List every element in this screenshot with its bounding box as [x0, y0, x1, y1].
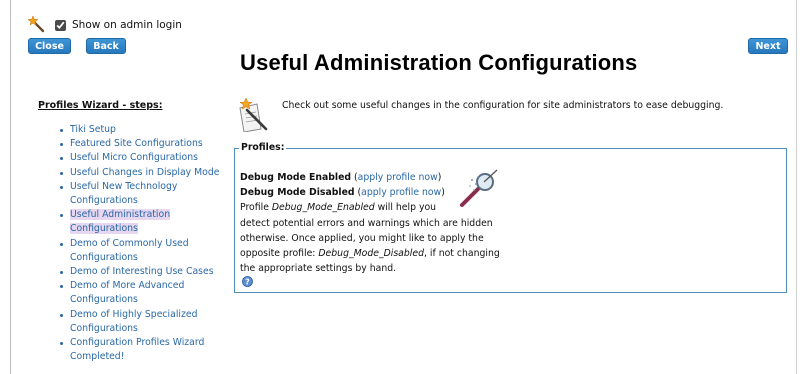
profile-description-line-1: Profile Debug_Mode_Enabled will help you — [240, 202, 437, 214]
wizard-step-useful-micro-configurations[interactable]: Useful Micro Configurations — [58, 151, 226, 165]
help-icon[interactable]: ? — [242, 276, 253, 287]
profile-disabled-line: Debug Mode Disabled (apply profile now) — [240, 187, 445, 199]
debug-disabled-label: Debug Mode Disabled — [240, 187, 355, 199]
profile-description-line-4: opposite profile: Debug_Mode_Disabled, i… — [240, 248, 500, 260]
wizard-top-bar: Show on admin login — [28, 16, 182, 34]
back-button[interactable]: Back — [86, 38, 126, 54]
profiles-legend: Profiles: — [239, 142, 287, 153]
profile-name-disabled: Debug_Mode_Disabled — [318, 248, 424, 260]
wizard-step-demo-commonly-used[interactable]: Demo of Commonly Used Configurations — [58, 237, 226, 265]
wizard-steps-list: Tiki Setup Featured Site Configurations … — [58, 123, 226, 364]
debug-enabled-label: Debug Mode Enabled — [240, 172, 352, 183]
svg-text:?: ? — [245, 277, 250, 286]
profile-name-enabled: Debug_Mode_Enabled — [271, 202, 375, 214]
wizard-step-useful-new-technology[interactable]: Useful New Technology Configurations — [58, 180, 226, 208]
wizard-step-useful-administration-current[interactable]: Useful Administration Configurations — [58, 208, 226, 236]
wizard-step-featured-site-configurations[interactable]: Featured Site Configurations — [58, 137, 226, 151]
apply-debug-disabled-link[interactable]: apply profile now — [361, 187, 441, 198]
apply-debug-enabled-link[interactable]: apply profile now — [358, 172, 438, 183]
wizard-step-useful-changes-display-mode[interactable]: Useful Changes in Display Mode — [58, 166, 226, 180]
left-frame-border — [10, 0, 11, 374]
right-frame-border — [796, 0, 797, 374]
profiles-content: Debug Mode Enabled (apply profile now) D… — [240, 170, 500, 276]
page-title: Useful Administration Configurations — [240, 50, 638, 75]
profile-description-line-2: detect potential errors and warnings whi… — [240, 217, 493, 229]
profile-description-line-5: the appropriate settings by hand. — [240, 263, 397, 275]
wizard-step-completed[interactable]: Configuration Profiles Wizard Completed! — [58, 336, 226, 364]
close-button[interactable]: Close — [28, 38, 71, 54]
wand-paper-icon — [239, 98, 268, 132]
intro-text: Check out some useful changes in the con… — [282, 100, 724, 111]
wizard-step-tiki-setup[interactable]: Tiki Setup — [58, 123, 226, 137]
wizard-step-demo-highly-specialized[interactable]: Demo of Highly Specialized Configuration… — [58, 308, 226, 336]
magnifier-wand-icon — [460, 169, 498, 207]
profile-enabled-line: Debug Mode Enabled (apply profile now) — [240, 172, 442, 183]
show-on-admin-login-checkbox[interactable] — [55, 19, 66, 31]
next-button[interactable]: Next — [748, 38, 788, 54]
wizard-steps-heading: Profiles Wizard - steps: — [38, 100, 163, 111]
profile-description-line-3: otherwise. Once applied, you might like … — [240, 232, 484, 244]
wizard-step-demo-more-advanced[interactable]: Demo of More Advanced Configurations — [58, 279, 226, 307]
magic-wand-icon — [28, 16, 45, 33]
wizard-step-demo-interesting-use-cases[interactable]: Demo of Interesting Use Cases — [58, 265, 226, 279]
show-on-admin-login-label: Show on admin login — [72, 19, 182, 31]
